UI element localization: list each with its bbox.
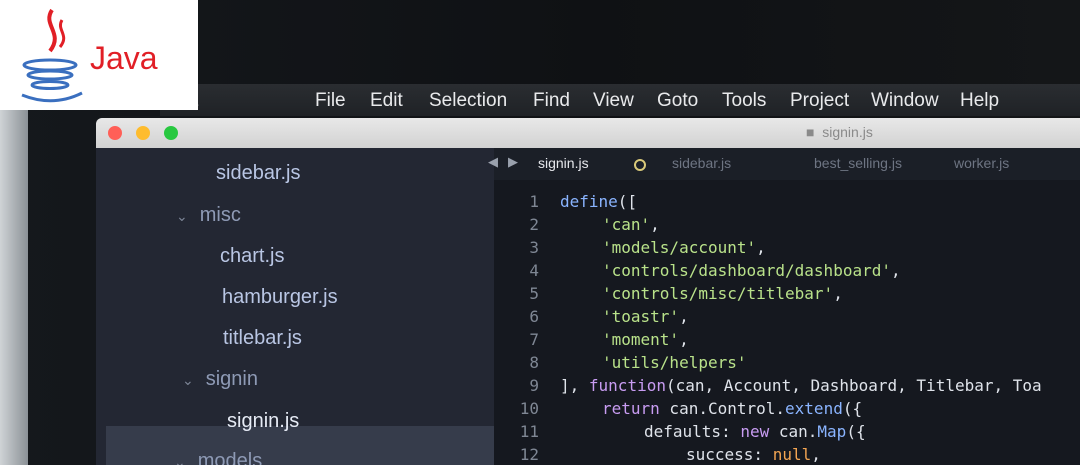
tree-item-chart-js[interactable]: chart.js [220,245,284,268]
tree-item-label: sidebar.js [216,162,301,184]
code-line: 'controls/dashboard/dashboard', [602,261,901,280]
tab-signin-js[interactable]: signin.js [538,155,589,171]
tab-prev-icon[interactable]: ◀ [488,155,498,170]
menu-item-goto[interactable]: Goto [657,90,698,112]
minimize-icon[interactable] [136,126,150,140]
menu-item-help[interactable]: Help [960,90,999,112]
menu-item-tools[interactable]: Tools [722,90,766,112]
code-line: ], function(can, Account, Dashboard, Tit… [560,376,1042,395]
line-number: 1 [529,192,539,211]
code-line: 'utils/helpers' [602,353,747,372]
code-line: define([ [560,192,638,211]
line-number: 4 [529,261,539,280]
close-icon[interactable] [108,126,122,140]
menu-item-find[interactable]: Find [533,90,570,112]
zoom-icon[interactable] [164,126,178,140]
tree-item-sidebar-js[interactable]: sidebar.js [216,162,301,185]
chevron-down-icon: ⌄ [174,454,186,465]
tree-item-titlebar-js[interactable]: titlebar.js [223,327,302,350]
menu-item-window[interactable]: Window [871,90,939,112]
coffee-cup-icon [21,8,83,103]
tree-item-label: hamburger.js [222,286,338,308]
chevron-down-icon: ⌄ [182,372,194,388]
editor-window: ■ signin.js sidebar.js ⌄ misc chart.js ha… [96,118,1080,465]
tree-item-hamburger-js[interactable]: hamburger.js [222,286,338,309]
code-line: defaults: new can.Map({ [644,422,866,441]
menu-item-project[interactable]: Project [790,90,849,112]
photo-scene: t File Edit Selection Find View Goto Too… [0,0,1080,465]
monitor-bezel [0,110,28,465]
tab-next-icon[interactable]: ▶ [508,155,518,170]
tab-best-selling-js[interactable]: best_selling.js [814,155,902,171]
tree-item-label: misc [199,204,241,226]
unsaved-dot-icon [634,159,646,171]
line-number: 9 [529,376,539,395]
code-editor[interactable]: ◀ ▶ signin.js sidebar.js best_selling.js… [488,148,1080,465]
code-line: 'controls/misc/titlebar', [602,284,843,303]
tree-item-label: chart.js [220,245,285,267]
line-number: 6 [529,307,539,326]
chevron-down-icon: ⌄ [176,208,188,224]
line-number: 8 [529,353,539,372]
code-line: return can.Control.extend({ [602,399,863,418]
code-line: 'can', [602,215,660,234]
title-bar: ■ signin.js [96,118,1080,148]
code-line: success: null, [686,445,821,464]
menu-bar: t File Edit Selection Find View Goto Too… [160,84,1080,116]
file-tree-sidebar: sidebar.js ⌄ misc chart.js hamburger.js t… [96,148,494,465]
tree-folder-models[interactable]: ⌄ models [174,450,262,465]
tab-bar: ◀ ▶ signin.js sidebar.js best_selling.js… [488,148,1080,180]
menu-item-selection[interactable]: Selection [429,90,507,112]
line-number: 2 [529,215,539,234]
selected-row-highlight [106,426,494,465]
tree-item-signin-js[interactable]: signin.js [227,410,299,433]
menu-item-edit[interactable]: Edit [370,90,403,112]
tab-worker-js[interactable]: worker.js [954,155,1009,171]
line-number: 3 [529,238,539,257]
line-number: 12 [519,445,539,464]
code-line: 'toastr', [602,307,689,326]
tree-folder-misc[interactable]: ⌄ misc [176,204,241,227]
line-number: 11 [519,422,539,441]
document-icon: ■ [806,124,823,140]
menu-item-file[interactable]: File [315,90,346,112]
tree-item-label: titlebar.js [223,327,302,349]
tree-item-label: signin.js [227,410,300,432]
line-number: 7 [529,330,539,349]
menu-item-view[interactable]: View [593,90,634,112]
code-line: 'models/account', [602,238,766,257]
window-title: ■ signin.js [806,124,873,140]
tree-folder-signin[interactable]: ⌄ signin [182,368,258,391]
tree-item-label: models [197,450,263,465]
logo-wordmark: Java [90,40,158,76]
code-line: 'moment', [602,330,689,349]
tree-item-label: signin [205,368,258,390]
tab-sidebar-js[interactable]: sidebar.js [672,155,731,171]
java-logo: Java [0,0,198,110]
line-number: 5 [529,284,539,303]
line-number: 10 [519,399,539,418]
